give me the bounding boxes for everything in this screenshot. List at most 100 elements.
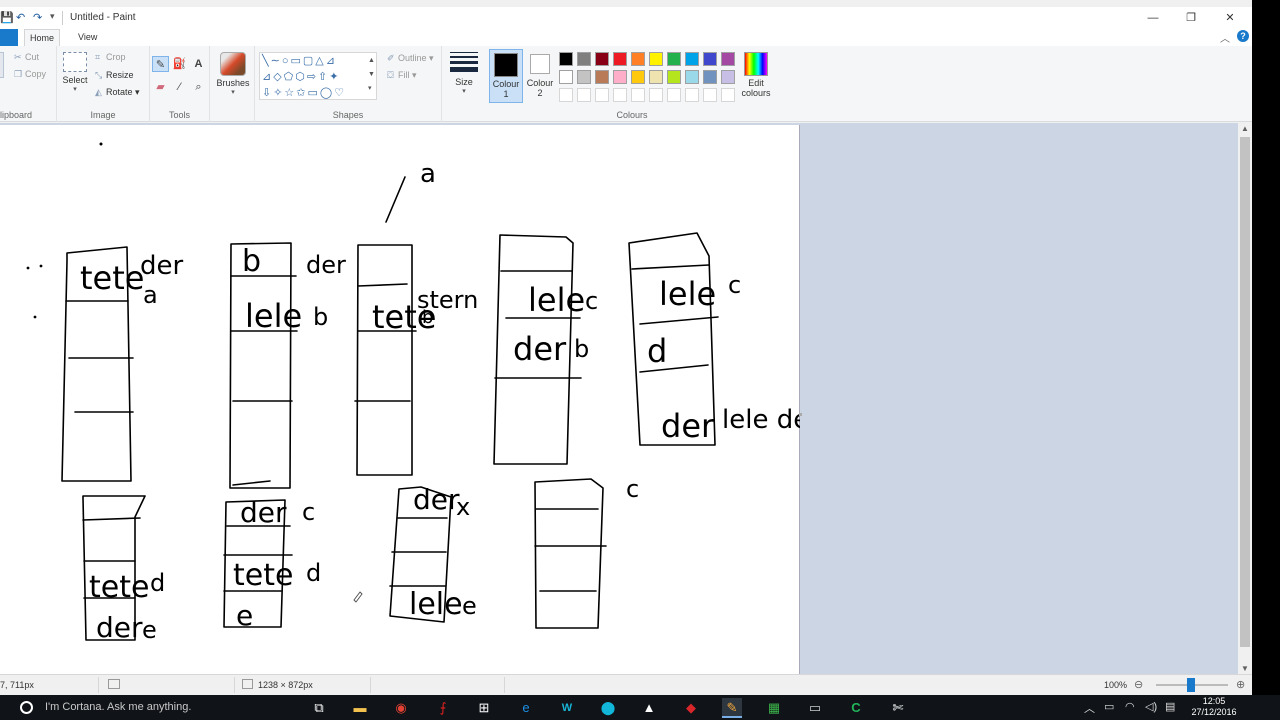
tab-view[interactable]: View	[78, 32, 97, 42]
store-icon[interactable]: ⊞	[474, 698, 494, 718]
custom-colour-slot[interactable]	[649, 88, 663, 102]
drawing-canvas[interactable]: a tete der a b lele der b tete stern b l…	[0, 125, 820, 674]
palette-swatch[interactable]	[667, 52, 681, 66]
apps-grid-icon[interactable]: ▦	[764, 698, 784, 718]
restore-button[interactable]: ❐	[1171, 9, 1211, 27]
zoom-slider-thumb[interactable]	[1187, 678, 1195, 692]
paint-taskbar-icon[interactable]: ✎	[722, 698, 742, 718]
crop-button[interactable]: ⌗ Crop	[95, 52, 126, 63]
zoom-out-icon[interactable]: ⊖	[1134, 678, 1143, 691]
paste-button[interactable]	[0, 52, 4, 78]
custom-colour-slot[interactable]	[577, 88, 591, 102]
help-icon[interactable]: ?	[1237, 30, 1249, 42]
palette-swatch[interactable]	[577, 70, 591, 84]
hw-label: lele	[659, 275, 716, 313]
canvas-resize-handle[interactable]	[799, 413, 802, 416]
palette-swatch[interactable]	[559, 52, 573, 66]
colour-picker-icon[interactable]: ⁄	[171, 79, 188, 95]
zoom-in-icon[interactable]: ⊕	[1236, 678, 1245, 691]
custom-colour-slot[interactable]	[613, 88, 627, 102]
palette-swatch[interactable]	[631, 70, 645, 84]
image-group-label: Image	[90, 110, 116, 120]
magnifier-icon[interactable]: ⌕	[190, 79, 207, 95]
cortana-circle-icon[interactable]	[20, 701, 33, 714]
tab-home[interactable]: Home	[24, 29, 60, 46]
palette-swatch[interactable]	[577, 52, 591, 66]
paint-window: 💾 ↶ ↷ ▾ Untitled - Paint — ❐ ✕ Home View…	[0, 0, 1252, 695]
palette-swatch[interactable]	[613, 70, 627, 84]
text-icon[interactable]: A	[190, 56, 207, 72]
select-button[interactable]: Select ▾	[60, 52, 90, 93]
copy-button[interactable]: ❐ Copy	[14, 69, 46, 80]
acrobat-icon[interactable]: ⨍	[433, 698, 453, 718]
action-center-icon[interactable]: ▤	[1165, 700, 1175, 713]
tool-icon[interactable]: ✄	[888, 698, 908, 718]
custom-colour-slot[interactable]	[667, 88, 681, 102]
customize-quick-access-icon[interactable]: ▾	[50, 11, 55, 22]
undo-icon[interactable]: ↶	[16, 11, 25, 24]
redo-icon[interactable]: ↷	[33, 11, 42, 24]
palette-swatch[interactable]	[595, 70, 609, 84]
pencil-icon[interactable]: ✎	[152, 56, 169, 72]
colour-1-button[interactable]: Colour 1	[489, 49, 523, 103]
file-menu-button[interactable]	[0, 29, 18, 46]
cortana-search-box[interactable]: I'm Cortana. Ask me anything.	[45, 701, 191, 713]
palette-swatch[interactable]	[703, 52, 717, 66]
palette-swatch[interactable]	[721, 70, 735, 84]
custom-colour-slot[interactable]	[685, 88, 699, 102]
custom-colour-slot[interactable]	[703, 88, 717, 102]
resize-button[interactable]: ⤡ Resize	[95, 70, 134, 81]
collapse-ribbon-icon[interactable]: ︿	[1220, 30, 1230, 45]
outline-button[interactable]: ✐ Outline ▾	[387, 53, 434, 64]
palette-swatch[interactable]	[559, 70, 573, 84]
close-button[interactable]: ✕	[1210, 9, 1250, 27]
custom-colour-slot[interactable]	[595, 88, 609, 102]
colour-2-button[interactable]: Colour 2	[525, 49, 555, 103]
fill-button[interactable]: ⛋ Fill ▾	[387, 70, 417, 81]
monitor-icon[interactable]: ▭	[805, 698, 825, 718]
vertical-scrollbar[interactable]: ▲ ▼	[1238, 123, 1252, 674]
palette-swatch[interactable]	[631, 52, 645, 66]
volume-icon[interactable]: ◁)	[1145, 700, 1157, 713]
custom-colour-slot[interactable]	[559, 88, 573, 102]
scroll-up-icon[interactable]: ▲	[1238, 124, 1252, 133]
camtasia-icon[interactable]: C	[846, 698, 866, 718]
brushes-button[interactable]: Brushes ▾	[214, 52, 252, 96]
palette-swatch[interactable]	[685, 70, 699, 84]
edit-colours-button[interactable]: Edit colours	[737, 52, 775, 98]
palette-swatch[interactable]	[667, 70, 681, 84]
task-view-icon[interactable]: ⧉	[309, 698, 329, 718]
rotate-button[interactable]: ◭ Rotate ▾	[95, 87, 140, 98]
palette-swatch[interactable]	[685, 52, 699, 66]
photos-icon[interactable]: ▲	[639, 698, 659, 718]
cut-button[interactable]: ✂ Cut	[14, 52, 39, 63]
palette-swatch[interactable]	[595, 52, 609, 66]
custom-colour-slot[interactable]	[631, 88, 645, 102]
shapes-scroll-icon[interactable]: ▲ ▼ ▾	[368, 54, 375, 96]
custom-colour-slot[interactable]	[721, 88, 735, 102]
show-hidden-icons[interactable]: ︿	[1084, 700, 1095, 716]
fill-bucket-icon[interactable]: ⛽	[171, 56, 188, 72]
edge-icon[interactable]: e	[516, 698, 536, 718]
git-icon[interactable]: ◆	[681, 698, 701, 718]
battery-icon[interactable]: ▭	[1104, 700, 1114, 713]
file-explorer-icon[interactable]: ▬	[350, 698, 370, 718]
save-icon[interactable]: 💾	[0, 11, 14, 24]
webstorm-icon[interactable]: W	[557, 698, 577, 718]
palette-swatch[interactable]	[649, 70, 663, 84]
chrome-icon[interactable]: ◉	[391, 698, 411, 718]
palette-swatch[interactable]	[721, 52, 735, 66]
palette-swatch[interactable]	[703, 70, 717, 84]
wifi-icon[interactable]: ◠	[1125, 700, 1135, 713]
palette-swatch[interactable]	[613, 52, 627, 66]
eraser-icon[interactable]: ▰	[152, 79, 169, 95]
shapes-gallery[interactable]: ╲∼○▭▢△⊿ ⊿◇⬠⬡⇨⇧✦ ⇩✧☆✩▭◯♡	[259, 52, 377, 100]
size-button[interactable]: Size ▾	[448, 52, 480, 95]
palette-swatch[interactable]	[649, 52, 663, 66]
scroll-down-icon[interactable]: ▼	[1238, 664, 1252, 673]
minimize-button[interactable]: —	[1133, 9, 1173, 27]
scrollbar-thumb[interactable]	[1240, 137, 1250, 647]
taskbar-clock[interactable]: 12:05 27/12/2016	[1188, 696, 1240, 718]
teamviewer-icon[interactable]: ⬤	[598, 698, 618, 718]
brushes-group: Brushes ▾	[210, 46, 255, 122]
